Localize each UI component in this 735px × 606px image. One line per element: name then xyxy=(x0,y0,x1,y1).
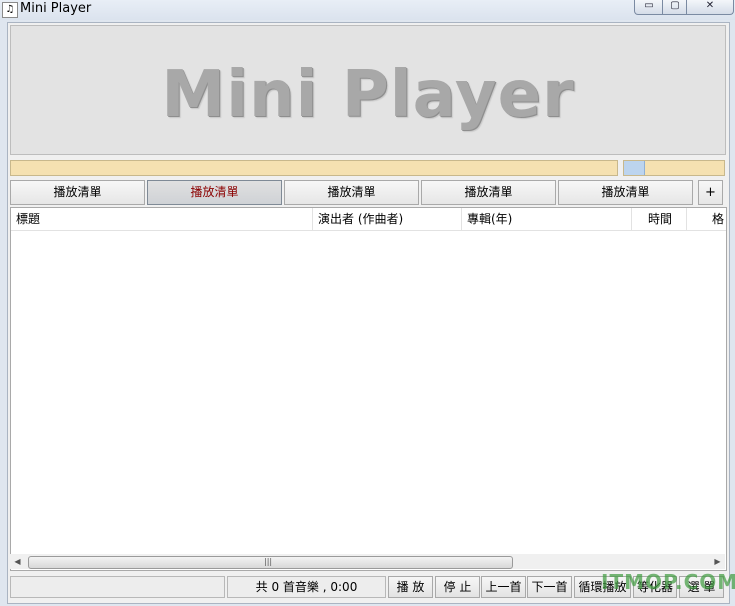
scroll-left-icon[interactable]: ◀ xyxy=(10,554,25,569)
stop-button[interactable]: 停 止 xyxy=(435,576,480,598)
tab-playlist-2[interactable]: 播放清單 xyxy=(147,180,282,205)
next-button[interactable]: 下一首 xyxy=(527,576,572,598)
volume-slider-fill[interactable] xyxy=(624,161,645,175)
tab-playlist-1[interactable]: 播放清單 xyxy=(10,180,145,205)
tab-playlist-4[interactable]: 播放清單 xyxy=(421,180,556,205)
status-panel xyxy=(10,576,225,598)
tab-playlist-5[interactable]: 播放清單 xyxy=(558,180,693,205)
scrollbar-thumb[interactable]: ||| xyxy=(28,556,513,569)
volume-slider[interactable] xyxy=(623,160,725,176)
seek-bar[interactable] xyxy=(10,160,618,176)
column-album[interactable]: 專輯(年) xyxy=(462,208,632,230)
player-window: Mini Player 播放清單 播放清單 播放清單 播放清單 播放清單 + 標… xyxy=(7,22,730,604)
window-title: Mini Player xyxy=(20,1,92,16)
watermark: ITMOP.COM xyxy=(601,570,735,594)
play-button[interactable]: 播 放 xyxy=(388,576,433,598)
horizontal-scrollbar[interactable]: ◀ ||| ▶ xyxy=(10,554,725,569)
column-format[interactable]: 格 xyxy=(687,208,726,230)
music-note-icon: ♫ xyxy=(2,2,18,18)
banner-title: Mini Player xyxy=(161,58,575,132)
add-playlist-button[interactable]: + xyxy=(698,180,723,205)
maximize-button[interactable]: ▢ xyxy=(662,0,688,15)
column-artist[interactable]: 演出者 (作曲者) xyxy=(313,208,462,230)
column-time[interactable]: 時間 xyxy=(632,208,687,230)
title-bar[interactable]: ♫ Mini Player ▭ ▢ ✕ xyxy=(0,0,735,20)
column-title[interactable]: 標題 xyxy=(11,208,313,230)
banner: Mini Player xyxy=(10,25,726,155)
grip-icon: ||| xyxy=(264,557,273,566)
playlist-table[interactable]: 標題 演出者 (作曲者) 專輯(年) 時間 格 xyxy=(10,207,727,571)
previous-button[interactable]: 上一首 xyxy=(481,576,526,598)
table-header: 標題 演出者 (作曲者) 專輯(年) 時間 格 xyxy=(11,208,726,231)
minimize-button[interactable]: ▭ xyxy=(634,0,664,15)
track-count-status: 共 0 首音樂 , 0:00 xyxy=(227,576,386,598)
tab-playlist-3[interactable]: 播放清單 xyxy=(284,180,419,205)
close-button[interactable]: ✕ xyxy=(686,0,734,15)
scroll-right-icon[interactable]: ▶ xyxy=(710,554,725,569)
